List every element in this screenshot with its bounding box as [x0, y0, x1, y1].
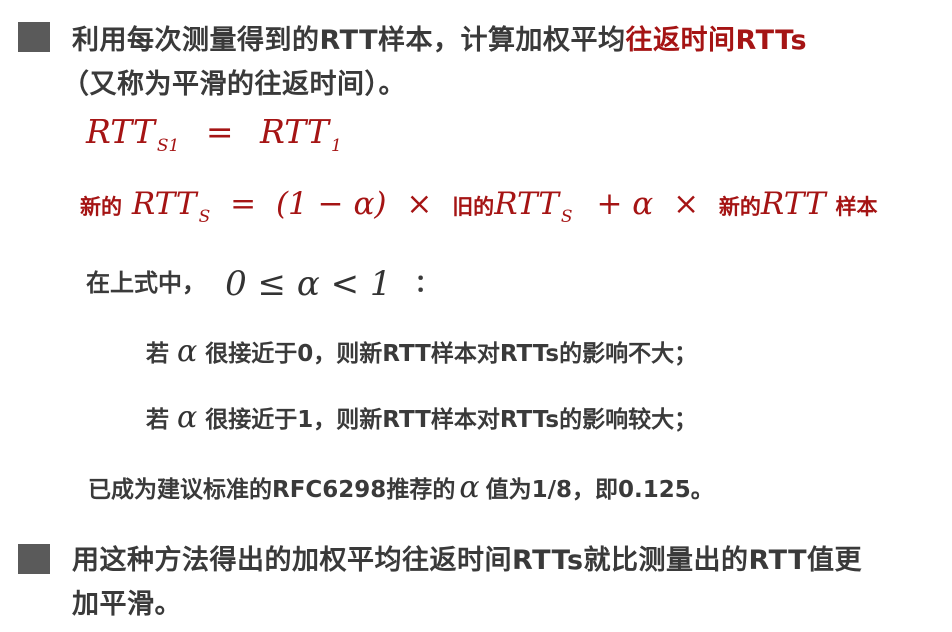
rfc-prefix: 已成为建议标准的RFC6298推荐的	[88, 477, 456, 503]
formula1-lhs: RTT	[86, 112, 155, 151]
formula-update: 新的 RTT S = (1 − α) × 旧的RTT S + α × 新的RTT 样…	[80, 186, 878, 227]
bullet1-line1: 利用每次测量得到的RTT样本，计算加权平均往返时间RTTs	[72, 18, 807, 57]
formula2-times: ×	[406, 186, 433, 222]
case1-line: 若 α 很接近于0，则新RTT样本对RTTs的影响不大；	[146, 334, 697, 369]
formula2-plus-alpha: + α	[596, 186, 654, 222]
case1-ruo: 若	[146, 341, 169, 367]
condition-line: 在上式中， 0 ≤ α < 1 ：	[86, 264, 439, 304]
formula2-new-label: 新的	[80, 195, 122, 219]
formula2-times2: ×	[673, 186, 700, 222]
formula2-sample-label: 样本	[835, 195, 878, 219]
rfc-alpha: α	[459, 470, 480, 505]
bullet1-highlight: 往返时间RTTs	[625, 25, 808, 56]
formula2-rtt-old: RTT	[494, 186, 559, 222]
case2-text: 很接近于1，则新RTT样本对RTTs的影响较大；	[205, 407, 698, 433]
condition-suffix: ：	[414, 269, 439, 297]
bullet-square-icon	[18, 544, 50, 574]
formula1-rhs-sub: 1	[330, 136, 342, 156]
formula-initial: RTT S1 = RTT 1	[86, 112, 342, 156]
formula2-eq: =	[230, 186, 257, 222]
case2-alpha: α	[177, 400, 198, 435]
formula2-sub-s: S	[198, 207, 211, 227]
formula2-one-minus-alpha: (1 − α)	[275, 186, 387, 222]
bullet1-line2: （又称为平滑的往返时间）。	[62, 69, 406, 100]
formula1-rhs: RTT	[260, 112, 329, 151]
bullet2-line1: 用这种方法得出的加权平均往返时间RTTs就比测量出的RTT值更	[72, 545, 863, 576]
case2-ruo: 若	[146, 407, 169, 433]
formula2-old-label: 旧的	[452, 195, 495, 219]
formula1-eq: =	[205, 112, 234, 151]
case1-text: 很接近于0，则新RTT样本对RTTs的影响不大；	[205, 341, 698, 367]
formula2-rtt: RTT	[131, 186, 197, 222]
rfc-line: 已成为建议标准的RFC6298推荐的 α 值为1/8，即0.125。	[88, 470, 714, 505]
formula1-lhs-sub: S1	[156, 136, 180, 156]
formula2-new-label2: 新的	[718, 195, 761, 219]
formula2-sub-s-old: S	[560, 207, 573, 227]
case2-line: 若 α 很接近于1，则新RTT样本对RTTs的影响较大；	[146, 400, 697, 435]
formula2-rtt-sample: RTT	[760, 186, 826, 222]
rfc-suffix: 值为1/8，即0.125。	[485, 477, 714, 503]
case1-alpha: α	[177, 334, 198, 369]
bullet-square-icon	[18, 22, 50, 52]
condition-expr: 0 ≤ α < 1	[225, 264, 392, 304]
condition-prefix: 在上式中，	[86, 269, 206, 297]
bullet2-line2: 加平滑。	[72, 589, 182, 620]
bullet1-text: 利用每次测量得到的RTT样本，计算加权平均	[72, 25, 626, 56]
